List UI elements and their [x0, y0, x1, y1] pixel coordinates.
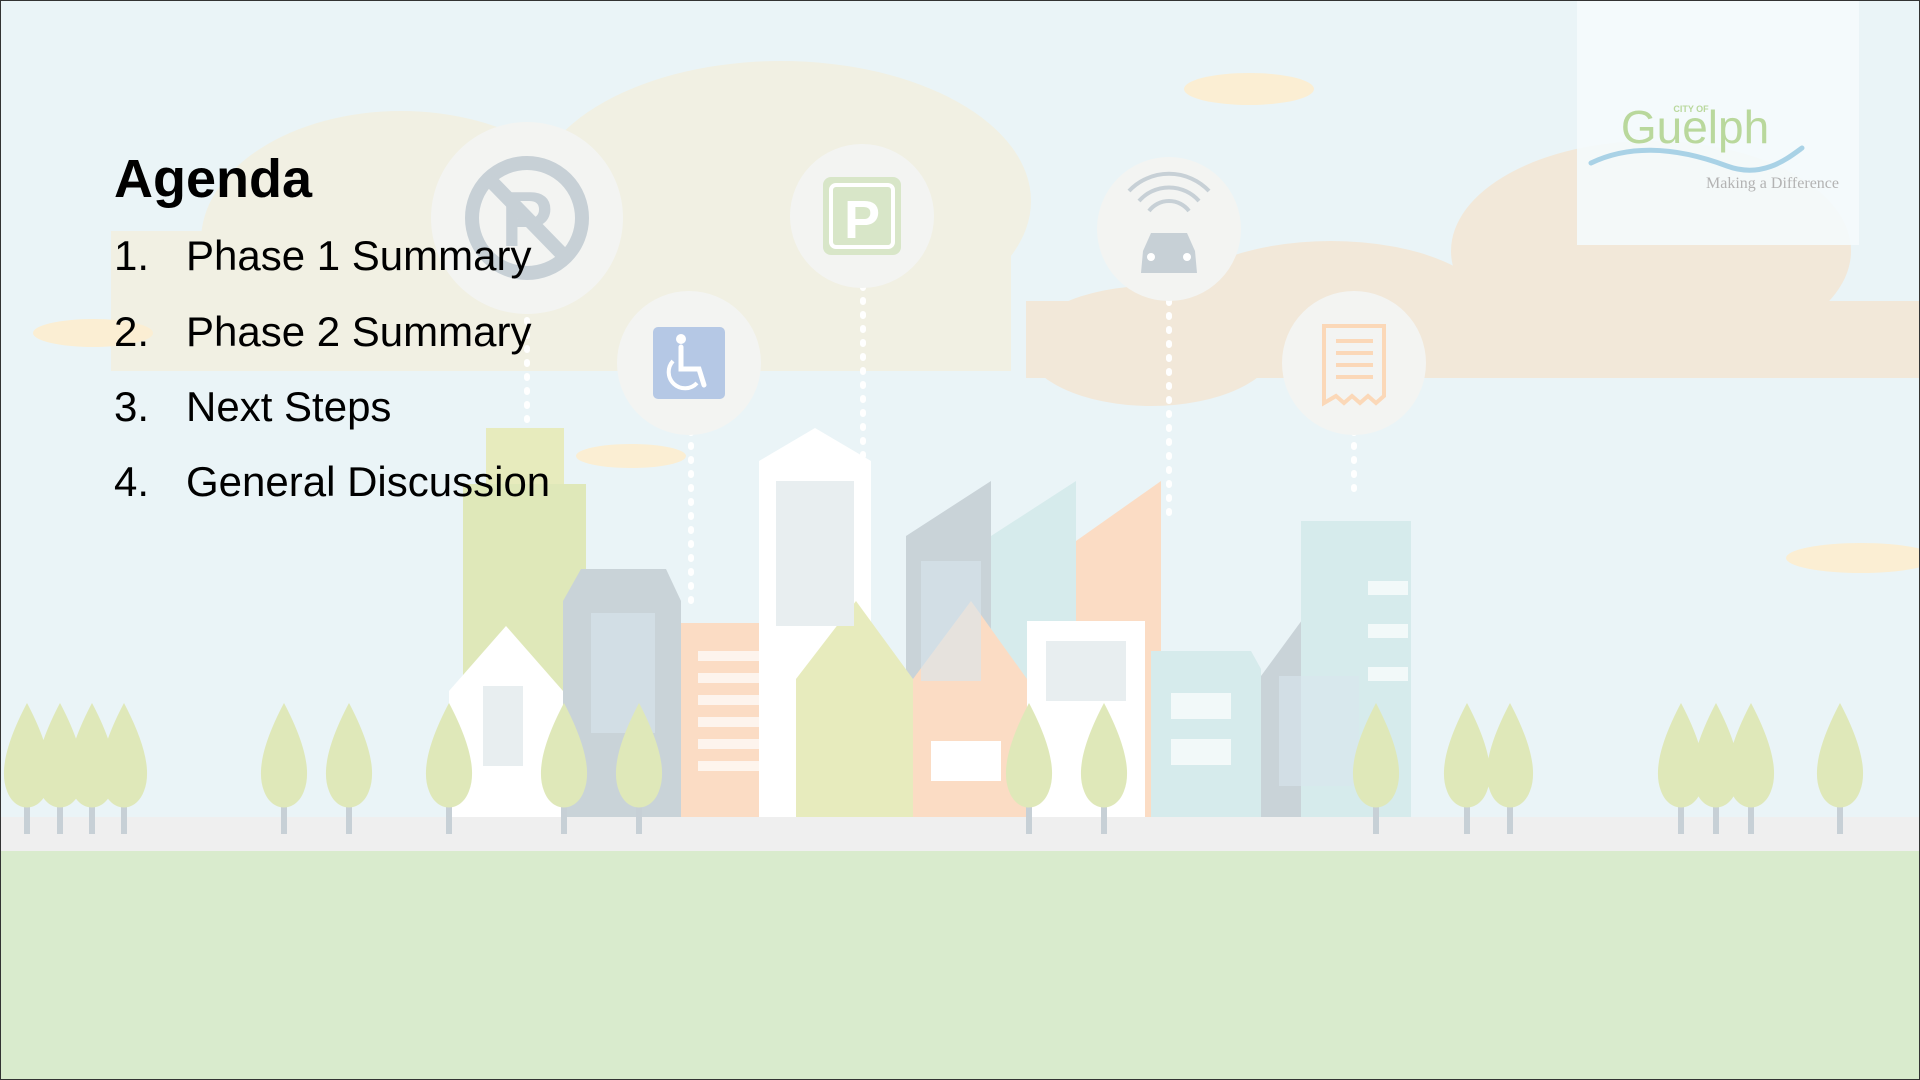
agenda-item-number: 2.: [114, 308, 150, 355]
connected-car-icon: [1097, 157, 1241, 301]
agenda-item-number: 1.: [114, 232, 150, 279]
agenda-item: 1. Phase 1 Summary: [114, 231, 531, 281]
city-of-guelph-logo-panel: CITY OF Guelph Making a Difference: [1577, 1, 1859, 245]
agenda-item-label: Next Steps: [186, 383, 392, 430]
logo-tagline: Making a Difference: [1706, 175, 1839, 192]
street: [1, 817, 1919, 853]
parking-icon: P: [790, 144, 934, 288]
agenda-item-label: General Discussion: [186, 458, 551, 505]
agenda-item: 2. Phase 2 Summary: [114, 307, 531, 357]
svg-text:P: P: [844, 190, 880, 250]
wheelchair-accessible-icon: [617, 291, 761, 435]
logo-name: Guelph: [1621, 101, 1769, 153]
parking-receipt-icon: [1282, 291, 1426, 435]
ground: [1, 851, 1919, 1079]
agenda-item-label: Phase 2 Summary: [186, 308, 532, 355]
agenda-item-number: 3.: [114, 383, 150, 430]
slide: P P C: [0, 0, 1920, 1080]
agenda-item-number: 4.: [114, 458, 150, 505]
agenda-item: 4. General Discussion: [114, 457, 550, 507]
city-of-guelph-logo: CITY OF Guelph Making a Difference: [1588, 101, 1839, 192]
agenda-item: 3. Next Steps: [114, 382, 391, 432]
no-parking-icon: P: [431, 122, 623, 314]
agenda-title: Agenda: [114, 149, 313, 209]
agenda-item-label: Phase 1 Summary: [186, 232, 532, 279]
